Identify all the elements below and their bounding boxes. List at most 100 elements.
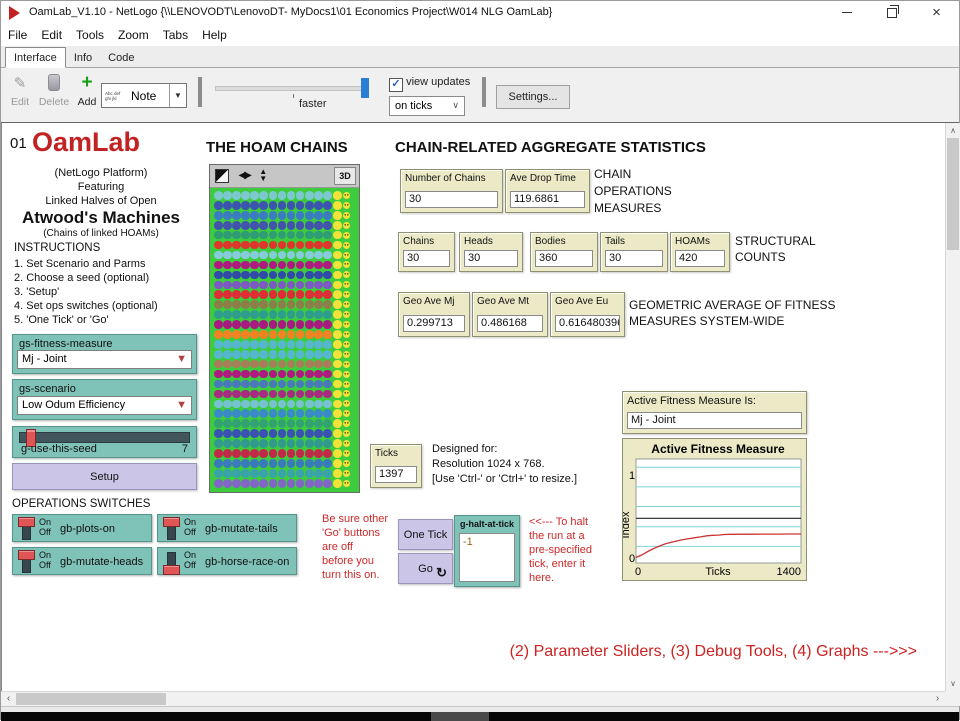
chain-head-dot <box>333 390 342 399</box>
hoam-body-dot <box>287 459 296 468</box>
scroll-left-arrow[interactable]: ‹ <box>1 692 16 706</box>
hoam-body-dot <box>305 261 314 270</box>
view-updates-checkbox[interactable]: ✓ view updates <box>389 76 470 92</box>
horizontal-scrollbar[interactable]: ‹ › <box>1 691 945 706</box>
hoam-body-dot <box>269 380 278 389</box>
menu-tools[interactable]: Tools <box>69 25 111 42</box>
scroll-up-arrow[interactable]: ∧ <box>946 123 960 138</box>
world-view-widget: ◀▶ ▲▼ 3D <box>209 164 360 493</box>
hoam-body-dot <box>223 290 232 299</box>
resize-horizontal-icon[interactable]: ◀▶ <box>238 170 249 181</box>
switch-gb-mutate-heads[interactable]: OnOffgb-mutate-heads <box>12 547 152 575</box>
hoam-body-dot <box>278 201 287 210</box>
hoam-body-dot <box>232 330 241 339</box>
hoam-body-dot <box>278 469 287 478</box>
tab-code[interactable]: Code <box>100 48 142 67</box>
toggle-handle[interactable] <box>18 517 35 527</box>
resize-diagonal-icon[interactable] <box>215 169 229 183</box>
vertical-scroll-thumb[interactable] <box>947 138 959 250</box>
slider-g-use-this-seed[interactable]: g-use-this-seed 7 <box>12 426 197 458</box>
hoam-body-dot <box>223 449 232 458</box>
toggle-handle[interactable] <box>163 517 180 527</box>
hoam-body-dot <box>232 439 241 448</box>
setup-button[interactable]: Setup <box>12 463 197 490</box>
toggle-handle[interactable] <box>18 550 35 560</box>
input-value[interactable]: -1 <box>459 533 515 582</box>
monitor-ticks: Ticks 1397 <box>370 444 422 488</box>
one-tick-button[interactable]: One Tick <box>398 519 453 550</box>
widget-type-dropdown[interactable]: Abc defghi jkl Note ▼ <box>101 83 187 108</box>
hoam-body-dot <box>214 320 223 329</box>
hoam-body-dot <box>278 479 287 488</box>
settings-button[interactable]: Settings... <box>496 85 570 109</box>
scroll-down-arrow[interactable]: ∨ <box>946 676 960 691</box>
hoam-body-dot <box>305 221 314 230</box>
speed-slider-handle[interactable] <box>361 78 369 98</box>
horizontal-scroll-thumb[interactable] <box>16 693 166 705</box>
switch-on-label: On <box>39 517 51 527</box>
chooser-select[interactable]: Low Odum Efficiency ▼ <box>17 396 192 415</box>
close-button[interactable]: × <box>914 1 959 25</box>
vertical-scrollbar[interactable]: ∧ ∨ <box>945 123 960 691</box>
tab-interface[interactable]: Interface <box>5 47 66 68</box>
monitor-heads: Heads30 <box>459 232 523 272</box>
tab-info[interactable]: Info <box>66 48 100 67</box>
update-mode-dropdown[interactable]: on ticks ∨ <box>389 96 465 116</box>
hoam-body-dot <box>232 429 241 438</box>
go-label: Go <box>418 563 433 575</box>
monitor-label: Active Fitness Measure Is: <box>623 392 806 407</box>
switch-gb-horse-race-on[interactable]: OnOffgb-horse-race-on <box>157 547 297 575</box>
input-g-halt-at-tick[interactable]: g-halt-at-tick -1 <box>454 515 520 587</box>
slider-track[interactable] <box>19 432 190 443</box>
chain-row <box>214 479 355 488</box>
hoam-body-dot <box>259 191 268 200</box>
menu-edit[interactable]: Edit <box>34 25 69 42</box>
menu-tabs[interactable]: Tabs <box>156 25 195 42</box>
chain-head-dot <box>333 340 342 349</box>
monitor-label: Geo Ave Eu <box>551 293 624 307</box>
hoam-body-dot <box>323 380 332 389</box>
hoam-body-dot <box>250 221 259 230</box>
chain-head-smiley <box>343 192 350 199</box>
switch-gb-mutate-tails[interactable]: OnOffgb-mutate-tails <box>157 514 297 542</box>
toggle-handle[interactable] <box>163 565 180 575</box>
text-line: GEOMETRIC AVERAGE OF FITNESS <box>629 297 835 313</box>
chooser-select[interactable]: Mj - Joint ▼ <box>17 350 192 369</box>
hoam-body-dot <box>232 419 241 428</box>
go-button[interactable]: Go ↻ <box>398 553 453 584</box>
minimize-button[interactable] <box>824 1 869 25</box>
3d-button[interactable]: 3D <box>334 167 356 185</box>
speed-slider-track[interactable] <box>215 86 369 91</box>
hoam-body-dot <box>314 201 323 210</box>
restore-button[interactable] <box>869 1 914 25</box>
hoam-body-dot <box>214 409 223 418</box>
menu-file[interactable]: File <box>1 25 34 42</box>
title-bar: OamLab_V1.10 - NetLogo {\\LENOVODT\Lenov… <box>1 1 959 25</box>
hoam-body-dot <box>232 479 241 488</box>
switch-gb-plots-on[interactable]: OnOffgb-plots-on <box>12 514 152 542</box>
chain-head-dot <box>333 479 342 488</box>
hoam-body-dot <box>278 221 287 230</box>
hoam-body-dot <box>314 340 323 349</box>
edit-button[interactable]: ✎ Edit <box>3 74 37 108</box>
scroll-right-arrow[interactable]: › <box>930 692 945 706</box>
hoam-body-dot <box>259 340 268 349</box>
chevron-down-icon: ▼ <box>169 84 186 107</box>
chain-row <box>214 449 355 458</box>
menu-zoom[interactable]: Zoom <box>111 25 156 42</box>
resize-vertical-icon[interactable]: ▲▼ <box>259 168 267 182</box>
menu-help[interactable]: Help <box>195 25 234 42</box>
monitor-value: 360 <box>535 250 593 267</box>
hoam-body-dot <box>278 429 287 438</box>
hoam-body-dot <box>269 459 278 468</box>
hoam-body-dot <box>278 400 287 409</box>
hoam-body-dot <box>323 320 332 329</box>
chooser-gs-scenario[interactable]: gs-scenario Low Odum Efficiency ▼ <box>12 379 197 420</box>
add-button[interactable]: + Add <box>73 74 101 108</box>
checkbox-box[interactable]: ✓ <box>389 78 403 92</box>
hoam-body-dot <box>323 429 332 438</box>
delete-button[interactable]: Delete <box>37 74 71 108</box>
text-line: here. <box>529 571 592 585</box>
hoam-body-dot <box>305 449 314 458</box>
chooser-gs-fitness-measure[interactable]: gs-fitness-measure Mj - Joint ▼ <box>12 334 197 374</box>
